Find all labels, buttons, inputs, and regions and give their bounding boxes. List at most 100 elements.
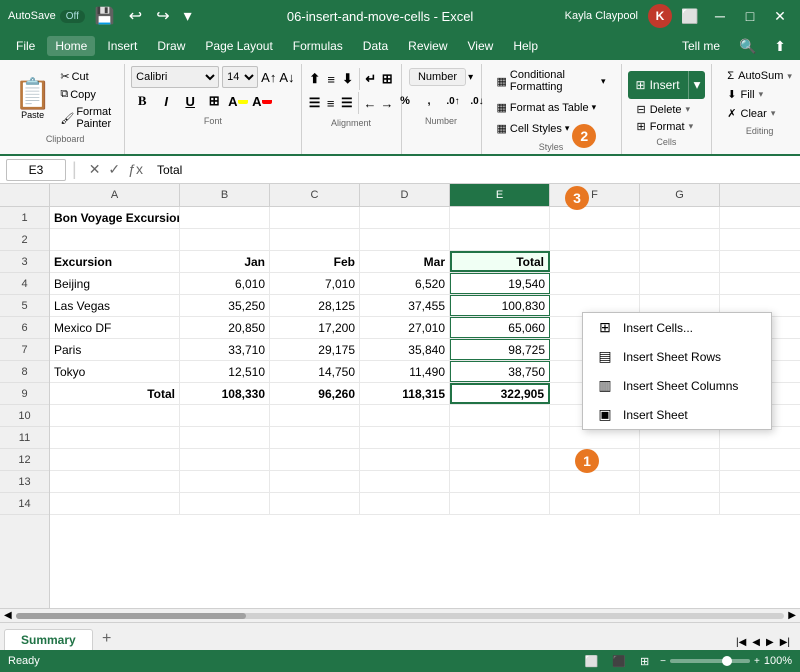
col-header-b[interactable]: B (180, 184, 270, 206)
cell-f13[interactable] (550, 471, 640, 492)
align-center-button[interactable]: ≡ (324, 92, 338, 114)
format-button[interactable]: ⊞ Format ▾ (628, 118, 706, 135)
cell-b9[interactable]: 108,330 (180, 383, 270, 404)
align-right-button[interactable]: ☰ (340, 92, 354, 114)
menu-page-layout[interactable]: Page Layout (197, 36, 280, 56)
cell-b14[interactable] (180, 493, 270, 514)
paste-button[interactable]: 📋 Paste (14, 80, 51, 120)
scroll-left-btn[interactable]: ◀ (4, 610, 12, 621)
merge-button[interactable]: ⊞ (380, 68, 394, 90)
sheet-nav-next[interactable]: ▶ (764, 635, 776, 650)
cell-c8[interactable]: 14,750 (270, 361, 360, 382)
fill-button[interactable]: ⬇ Fill ▾ (718, 86, 800, 103)
cell-g11[interactable] (640, 427, 720, 448)
cell-c9[interactable]: 96,260 (270, 383, 360, 404)
menu-tell-me[interactable]: Tell me (674, 36, 728, 56)
cell-c2[interactable] (270, 229, 360, 250)
bold-button[interactable]: B (131, 90, 153, 112)
row-num-8[interactable]: 8 (0, 361, 49, 383)
cell-b8[interactable]: 12,510 (180, 361, 270, 382)
underline-button[interactable]: U (179, 90, 201, 112)
scroll-right-btn[interactable]: ▶ (788, 610, 796, 621)
view-break-icon[interactable]: ⊞ (637, 653, 652, 670)
col-header-a[interactable]: A (50, 184, 180, 206)
view-layout-icon[interactable]: ⬛ (609, 653, 629, 670)
cell-c7[interactable]: 29,175 (270, 339, 360, 360)
row-num-1[interactable]: 1 (0, 207, 49, 229)
align-left-button[interactable]: ☰ (308, 92, 322, 114)
share-icon[interactable]: ⬆ (768, 34, 792, 58)
cell-b12[interactable] (180, 449, 270, 470)
close-button[interactable]: ✕ (768, 4, 792, 28)
cell-b10[interactable] (180, 405, 270, 426)
cell-e1[interactable] (450, 207, 550, 228)
delete-button[interactable]: ⊟ Delete ▾ (628, 101, 706, 118)
row-num-11[interactable]: 11 (0, 427, 49, 449)
save-icon[interactable]: 💾 (91, 4, 119, 28)
cell-g1[interactable] (640, 207, 720, 228)
cell-g13[interactable] (640, 471, 720, 492)
cell-b2[interactable] (180, 229, 270, 250)
menu-home[interactable]: Home (47, 36, 95, 56)
row-num-2[interactable]: 2 (0, 229, 49, 251)
cell-a5[interactable]: Las Vegas (50, 295, 180, 316)
cell-a3[interactable]: Excursion (50, 251, 180, 272)
cell-a9[interactable]: Total (50, 383, 180, 404)
row-num-7[interactable]: 7 (0, 339, 49, 361)
cell-d4[interactable]: 6,520 (360, 273, 450, 294)
cell-a8[interactable]: Tokyo (50, 361, 180, 382)
cell-e7[interactable]: 98,725 (450, 339, 550, 360)
cell-c10[interactable] (270, 405, 360, 426)
cell-f14[interactable] (550, 493, 640, 514)
autosum-button[interactable]: Σ AutoSum ▾ (718, 68, 800, 84)
decrease-indent-button[interactable]: ← (363, 92, 378, 114)
insert-function-icon[interactable]: ƒx (126, 159, 145, 180)
cell-d13[interactable] (360, 471, 450, 492)
wrap-text-button[interactable]: ↵ (364, 68, 378, 90)
maximize-button[interactable]: □ (738, 4, 762, 28)
cell-d10[interactable] (360, 405, 450, 426)
row-num-10[interactable]: 10 (0, 405, 49, 427)
cell-d9[interactable]: 118,315 (360, 383, 450, 404)
cell-e8[interactable]: 38,750 (450, 361, 550, 382)
cell-a12[interactable] (50, 449, 180, 470)
cell-c5[interactable]: 28,125 (270, 295, 360, 316)
menu-draw[interactable]: Draw (149, 36, 193, 56)
cell-b7[interactable]: 33,710 (180, 339, 270, 360)
cell-d14[interactable] (360, 493, 450, 514)
cell-a7[interactable]: Paris (50, 339, 180, 360)
cell-b6[interactable]: 20,850 (180, 317, 270, 338)
align-top-button[interactable]: ⬆ (308, 68, 322, 90)
col-header-g[interactable]: G (640, 184, 720, 206)
h-scroll-track[interactable] (16, 613, 785, 619)
insert-sheet-item[interactable]: ▣ Insert Sheet (583, 400, 771, 429)
cell-a10[interactable] (50, 405, 180, 426)
cell-g4[interactable] (640, 273, 720, 294)
cell-b13[interactable] (180, 471, 270, 492)
customize-icon[interactable]: ▾ (180, 4, 196, 28)
cell-d1[interactable] (360, 207, 450, 228)
undo-icon[interactable]: ↩ (125, 4, 146, 28)
zoom-in-btn[interactable]: + (754, 656, 760, 667)
insert-button[interactable]: ⊞ Insert (628, 71, 688, 99)
insert-sheet-columns-item[interactable]: ▥ Insert Sheet Columns (583, 371, 771, 400)
align-bottom-button[interactable]: ⬇ (340, 68, 354, 90)
cell-b11[interactable] (180, 427, 270, 448)
cell-reference-box[interactable]: E3 (6, 159, 66, 181)
fill-color-button[interactable]: A (227, 90, 249, 112)
cell-c14[interactable] (270, 493, 360, 514)
cell-b4[interactable]: 6,010 (180, 273, 270, 294)
cell-d7[interactable]: 35,840 (360, 339, 450, 360)
cell-f4[interactable] (550, 273, 640, 294)
cell-a6[interactable]: Mexico DF (50, 317, 180, 338)
insert-sheet-rows-item[interactable]: ▤ Insert Sheet Rows (583, 342, 771, 371)
format-as-table-button[interactable]: ▦ Format as Table ▾ (488, 98, 615, 117)
cell-e3[interactable]: Total (450, 251, 550, 272)
cell-c1[interactable] (270, 207, 360, 228)
cell-g12[interactable] (640, 449, 720, 470)
cell-g3[interactable] (640, 251, 720, 272)
cell-d11[interactable] (360, 427, 450, 448)
sheet-nav-last[interactable]: ▶| (778, 635, 792, 650)
cell-c13[interactable] (270, 471, 360, 492)
align-middle-button[interactable]: ≡ (324, 68, 338, 90)
